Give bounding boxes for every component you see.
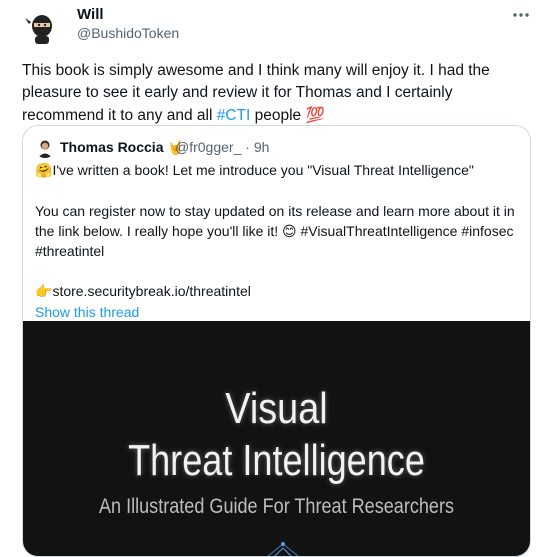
cover-title-line1: Visual [225, 384, 328, 433]
show-thread-link[interactable]: Show this thread [35, 302, 520, 322]
cover-title-line2: Threat Intelligence [128, 436, 425, 485]
author-avatar[interactable] [21, 6, 63, 48]
ninja-avatar-icon [21, 6, 63, 48]
hundred-points-emoji: 💯 [305, 106, 325, 124]
pointing-emoji: 👉 [35, 284, 53, 300]
quote-paragraph2: You can register now to stay updated on … [35, 203, 515, 259]
quote-author-handle: @fr0gger_ · 9h [175, 139, 270, 155]
quote-text: 🤗I've written a book! Let me introduce y… [35, 160, 520, 322]
more-dots-icon[interactable] [509, 6, 533, 26]
cover-art-graphic [267, 542, 299, 556]
quote-time: 9h [253, 139, 270, 155]
quoted-tweet[interactable]: Thomas Roccia 🤘 @fr0gger_ · 9h 🤗I've writ… [22, 125, 531, 557]
tweet-text-part2: people [250, 107, 306, 124]
tweet-text: This book is simply awesome and I think … [22, 60, 537, 127]
author-name[interactable]: Will [77, 6, 104, 23]
quote-author-avatar [35, 138, 55, 158]
hugging-emoji: 🤗 [35, 163, 53, 179]
author-handle[interactable]: @BushidoToken [77, 25, 179, 41]
quote-link[interactable]: store.securitybreak.io/threatintel [52, 283, 250, 299]
cover-subtitle: An Illustrated Guide For Threat Research… [98, 495, 455, 518]
hashtag-cti-link[interactable]: #CTI [217, 107, 251, 124]
book-cover-image[interactable]: Visual Threat Intelligence An Illustrate… [23, 321, 530, 556]
person-avatar-icon [35, 138, 55, 158]
quote-line1: I've written a book! Let me introduce yo… [52, 162, 474, 178]
quote-author-name: Thomas Roccia 🤘 [60, 139, 184, 156]
